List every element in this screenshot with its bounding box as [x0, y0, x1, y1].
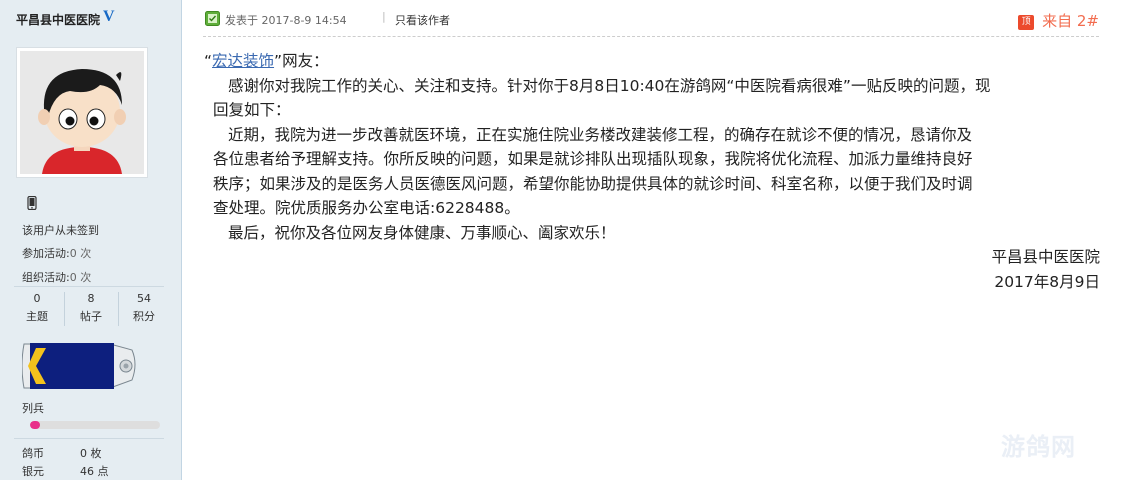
mobile-phone-icon — [27, 196, 37, 210]
currency-pigeon: 鸽币 — [22, 445, 44, 461]
count-posts-label: 帖子 — [80, 310, 102, 323]
paragraph: 近期，我院为进一步改善就医环境，正在实施住院业务楼改建装修工程，的确存在就诊不便… — [228, 125, 973, 144]
signature: 平昌县中医医院 — [991, 248, 1100, 266]
post-meta: 发表于 2017-8-9 14:54 | 只看该作者 — [203, 10, 1103, 30]
floor-label[interactable]: 来自 2# — [1042, 12, 1099, 30]
floor-indicator[interactable]: 顶来自 2# — [1018, 10, 1099, 31]
activity-joined: 参加活动:0 次 — [22, 245, 91, 261]
greeting-line: “宏达装饰”网友： — [204, 49, 1104, 74]
paragraph: 各位患者给予理解支持。你所反映的问题，如果是就诊排队出现插队现象，我院将优化流程… — [213, 150, 973, 168]
paragraph: 感谢你对我院工作的关心、关注和支持。针对你于8月8日10:40在游鸽网“中医院看… — [228, 76, 991, 95]
rank-label: 列兵 — [22, 402, 44, 415]
count-points-value: 54 — [137, 292, 151, 305]
checkin-status: 该用户从未签到 — [22, 224, 99, 237]
activity-organized-value: 0 次 — [69, 271, 92, 284]
post-panel: 发表于 2017-8-9 14:54 | 只看该作者 顶来自 2# “宏达装饰”… — [183, 0, 1121, 480]
currency-silver-label: 银元 — [22, 465, 44, 478]
post-content: “宏达装饰”网友： 感谢你对我院工作的关心、关注和支持。针对你于8月8日10:4… — [204, 49, 1104, 294]
verified-badge-icon: V — [103, 8, 115, 25]
count-points[interactable]: 54 积分 — [117, 292, 171, 324]
currency-silver: 银元 — [22, 463, 44, 479]
count-threads-label: 主题 — [26, 310, 48, 323]
count-posts[interactable]: 8 帖子 — [64, 292, 118, 324]
count-points-label: 积分 — [133, 310, 155, 323]
rank-progress-bar — [30, 421, 160, 429]
count-threads[interactable]: 0 主题 — [10, 292, 64, 324]
paragraph: 查处理。院优质服务办公室电话:6228488。 — [213, 199, 520, 217]
rank-progress-fill — [30, 421, 41, 429]
divider — [203, 36, 1099, 37]
floor-top-icon[interactable]: 顶 — [1018, 15, 1035, 30]
addressee-suffix: ”网友： — [274, 52, 329, 70]
meta-separator: | — [382, 10, 386, 23]
divider — [14, 438, 164, 439]
quote-mark: “ — [204, 52, 213, 70]
paragraph: 最后，祝你及各位网友身体健康、万事顺心、阖家欢乐！ — [228, 223, 616, 242]
only-author-link[interactable]: 只看该作者 — [395, 12, 450, 28]
activity-organized: 组织活动:0 次 — [22, 269, 91, 285]
divider — [14, 286, 164, 287]
post-date: 2017年8月9日 — [994, 272, 1100, 291]
online-status-icon — [205, 11, 220, 26]
currency-pigeon-label: 鸽币 — [22, 447, 44, 460]
post-timestamp: 发表于 2017-8-9 14:54 — [225, 14, 347, 27]
activity-joined-value: 0 次 — [69, 247, 92, 260]
rank-insignia-icon — [22, 343, 136, 389]
activity-joined-label: 参加活动: — [22, 247, 70, 260]
count-posts-value: 8 — [87, 292, 95, 305]
author-sidebar: 平昌县中医医院 V 该用户从未签到 参加活动:0 次 组织活动:0 次 0 主题… — [0, 0, 182, 480]
site-watermark: 游鸽网 — [1001, 433, 1076, 461]
currency-pigeon-value: 0 枚 — [80, 447, 102, 460]
addressee-link[interactable]: 宏达装饰 — [212, 52, 274, 70]
author-username[interactable]: 平昌县中医医院 — [16, 11, 100, 28]
avatar-image — [20, 51, 144, 174]
avatar[interactable] — [16, 47, 148, 178]
activity-organized-label: 组织活动: — [22, 271, 70, 284]
count-threads-value: 0 — [33, 292, 41, 305]
paragraph: 回复如下： — [213, 101, 291, 119]
paragraph: 秩序；如果涉及的是医务人员医德医风问题，希望你能协助提供具体的就诊时间、科室名称… — [213, 174, 973, 193]
currency-silver-value: 46 点 — [80, 465, 109, 478]
